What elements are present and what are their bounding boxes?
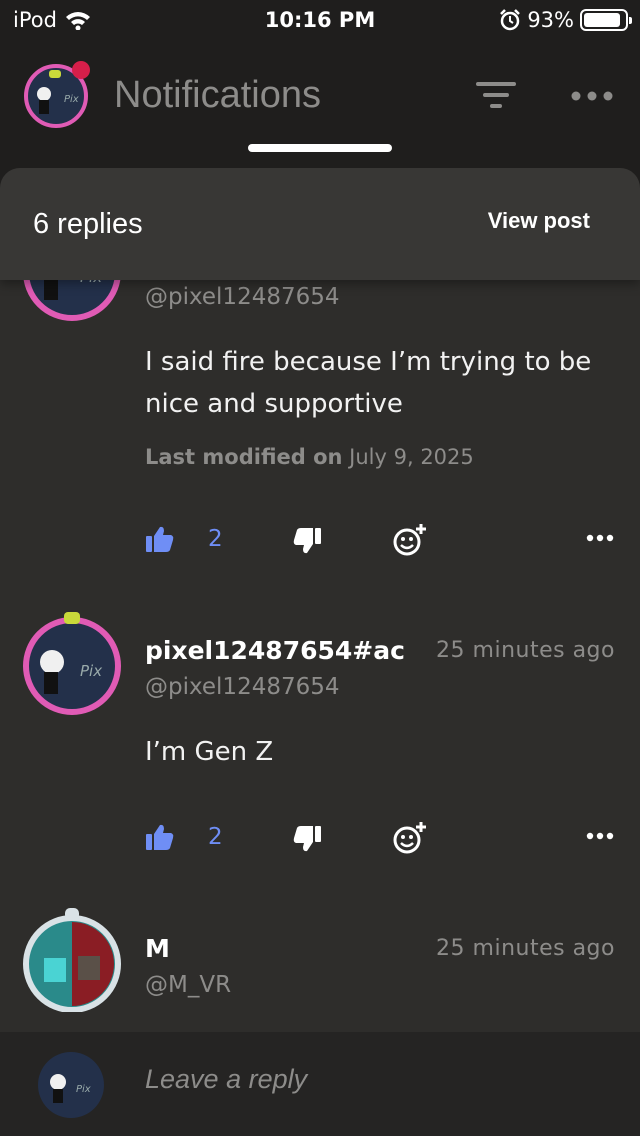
like-count: 2 xyxy=(208,526,223,552)
view-post-button[interactable]: View post xyxy=(488,208,590,234)
reply-text: I said fire because I’m trying to be nic… xyxy=(145,347,592,419)
replies-count: 6 replies xyxy=(33,208,143,240)
reply-input[interactable]: Leave a reply xyxy=(145,1064,307,1095)
reply-handle[interactable]: @pixel12487654 xyxy=(145,674,340,700)
reply-text: I’m Gen Z xyxy=(145,737,274,767)
more-icon[interactable] xyxy=(586,534,614,542)
page-title: Notifications xyxy=(114,74,321,116)
modified-info: Last modified on July 9, 2025 xyxy=(145,445,474,469)
thumbs-down-icon[interactable] xyxy=(293,826,321,852)
thumbs-up-icon[interactable] xyxy=(146,824,174,850)
battery-icon xyxy=(580,9,632,31)
avatar[interactable]: Pix xyxy=(20,612,124,716)
modified-label: Last modified on xyxy=(145,445,343,469)
thumbs-up-icon[interactable] xyxy=(146,526,174,552)
modified-date: July 9, 2025 xyxy=(349,445,474,469)
svg-text:Pix: Pix xyxy=(64,94,79,105)
add-reaction-icon[interactable] xyxy=(392,821,428,855)
reply-handle[interactable]: @pixel12487654 xyxy=(145,284,340,310)
notifications-header: Pix Notifications xyxy=(0,40,640,155)
like-count: 2 xyxy=(208,824,223,850)
sheet-grabber[interactable] xyxy=(248,144,392,152)
add-reaction-icon[interactable] xyxy=(392,523,428,557)
profile-avatar[interactable]: Pix xyxy=(20,56,92,128)
sheet-header: 6 replies View post xyxy=(0,168,640,280)
alarm-icon xyxy=(500,9,521,31)
reply-composer: Pix Leave a reply xyxy=(0,1032,640,1136)
reply-time: 25 minutes ago xyxy=(436,638,615,663)
reply-author[interactable]: pixel12487654#ac xyxy=(145,636,410,665)
reply-time: 25 minutes ago xyxy=(436,936,615,961)
reply-handle[interactable]: @M_VR xyxy=(145,972,231,998)
svg-text:Pix: Pix xyxy=(80,662,102,680)
status-bar: iPod 10:16 PM 93% xyxy=(0,0,640,40)
avatar[interactable] xyxy=(20,908,124,1012)
replies-sheet: 6 replies View post Pix @pixel12487654 I… xyxy=(0,168,640,1136)
svg-text:Pix: Pix xyxy=(76,1084,91,1095)
battery-percent: 93% xyxy=(527,8,574,32)
more-icon[interactable] xyxy=(570,90,614,102)
more-icon[interactable] xyxy=(586,832,614,840)
avatar: Pix xyxy=(38,1052,104,1118)
filter-icon[interactable] xyxy=(476,80,516,110)
reply-author[interactable]: M xyxy=(145,934,410,963)
thumbs-down-icon[interactable] xyxy=(293,528,321,554)
